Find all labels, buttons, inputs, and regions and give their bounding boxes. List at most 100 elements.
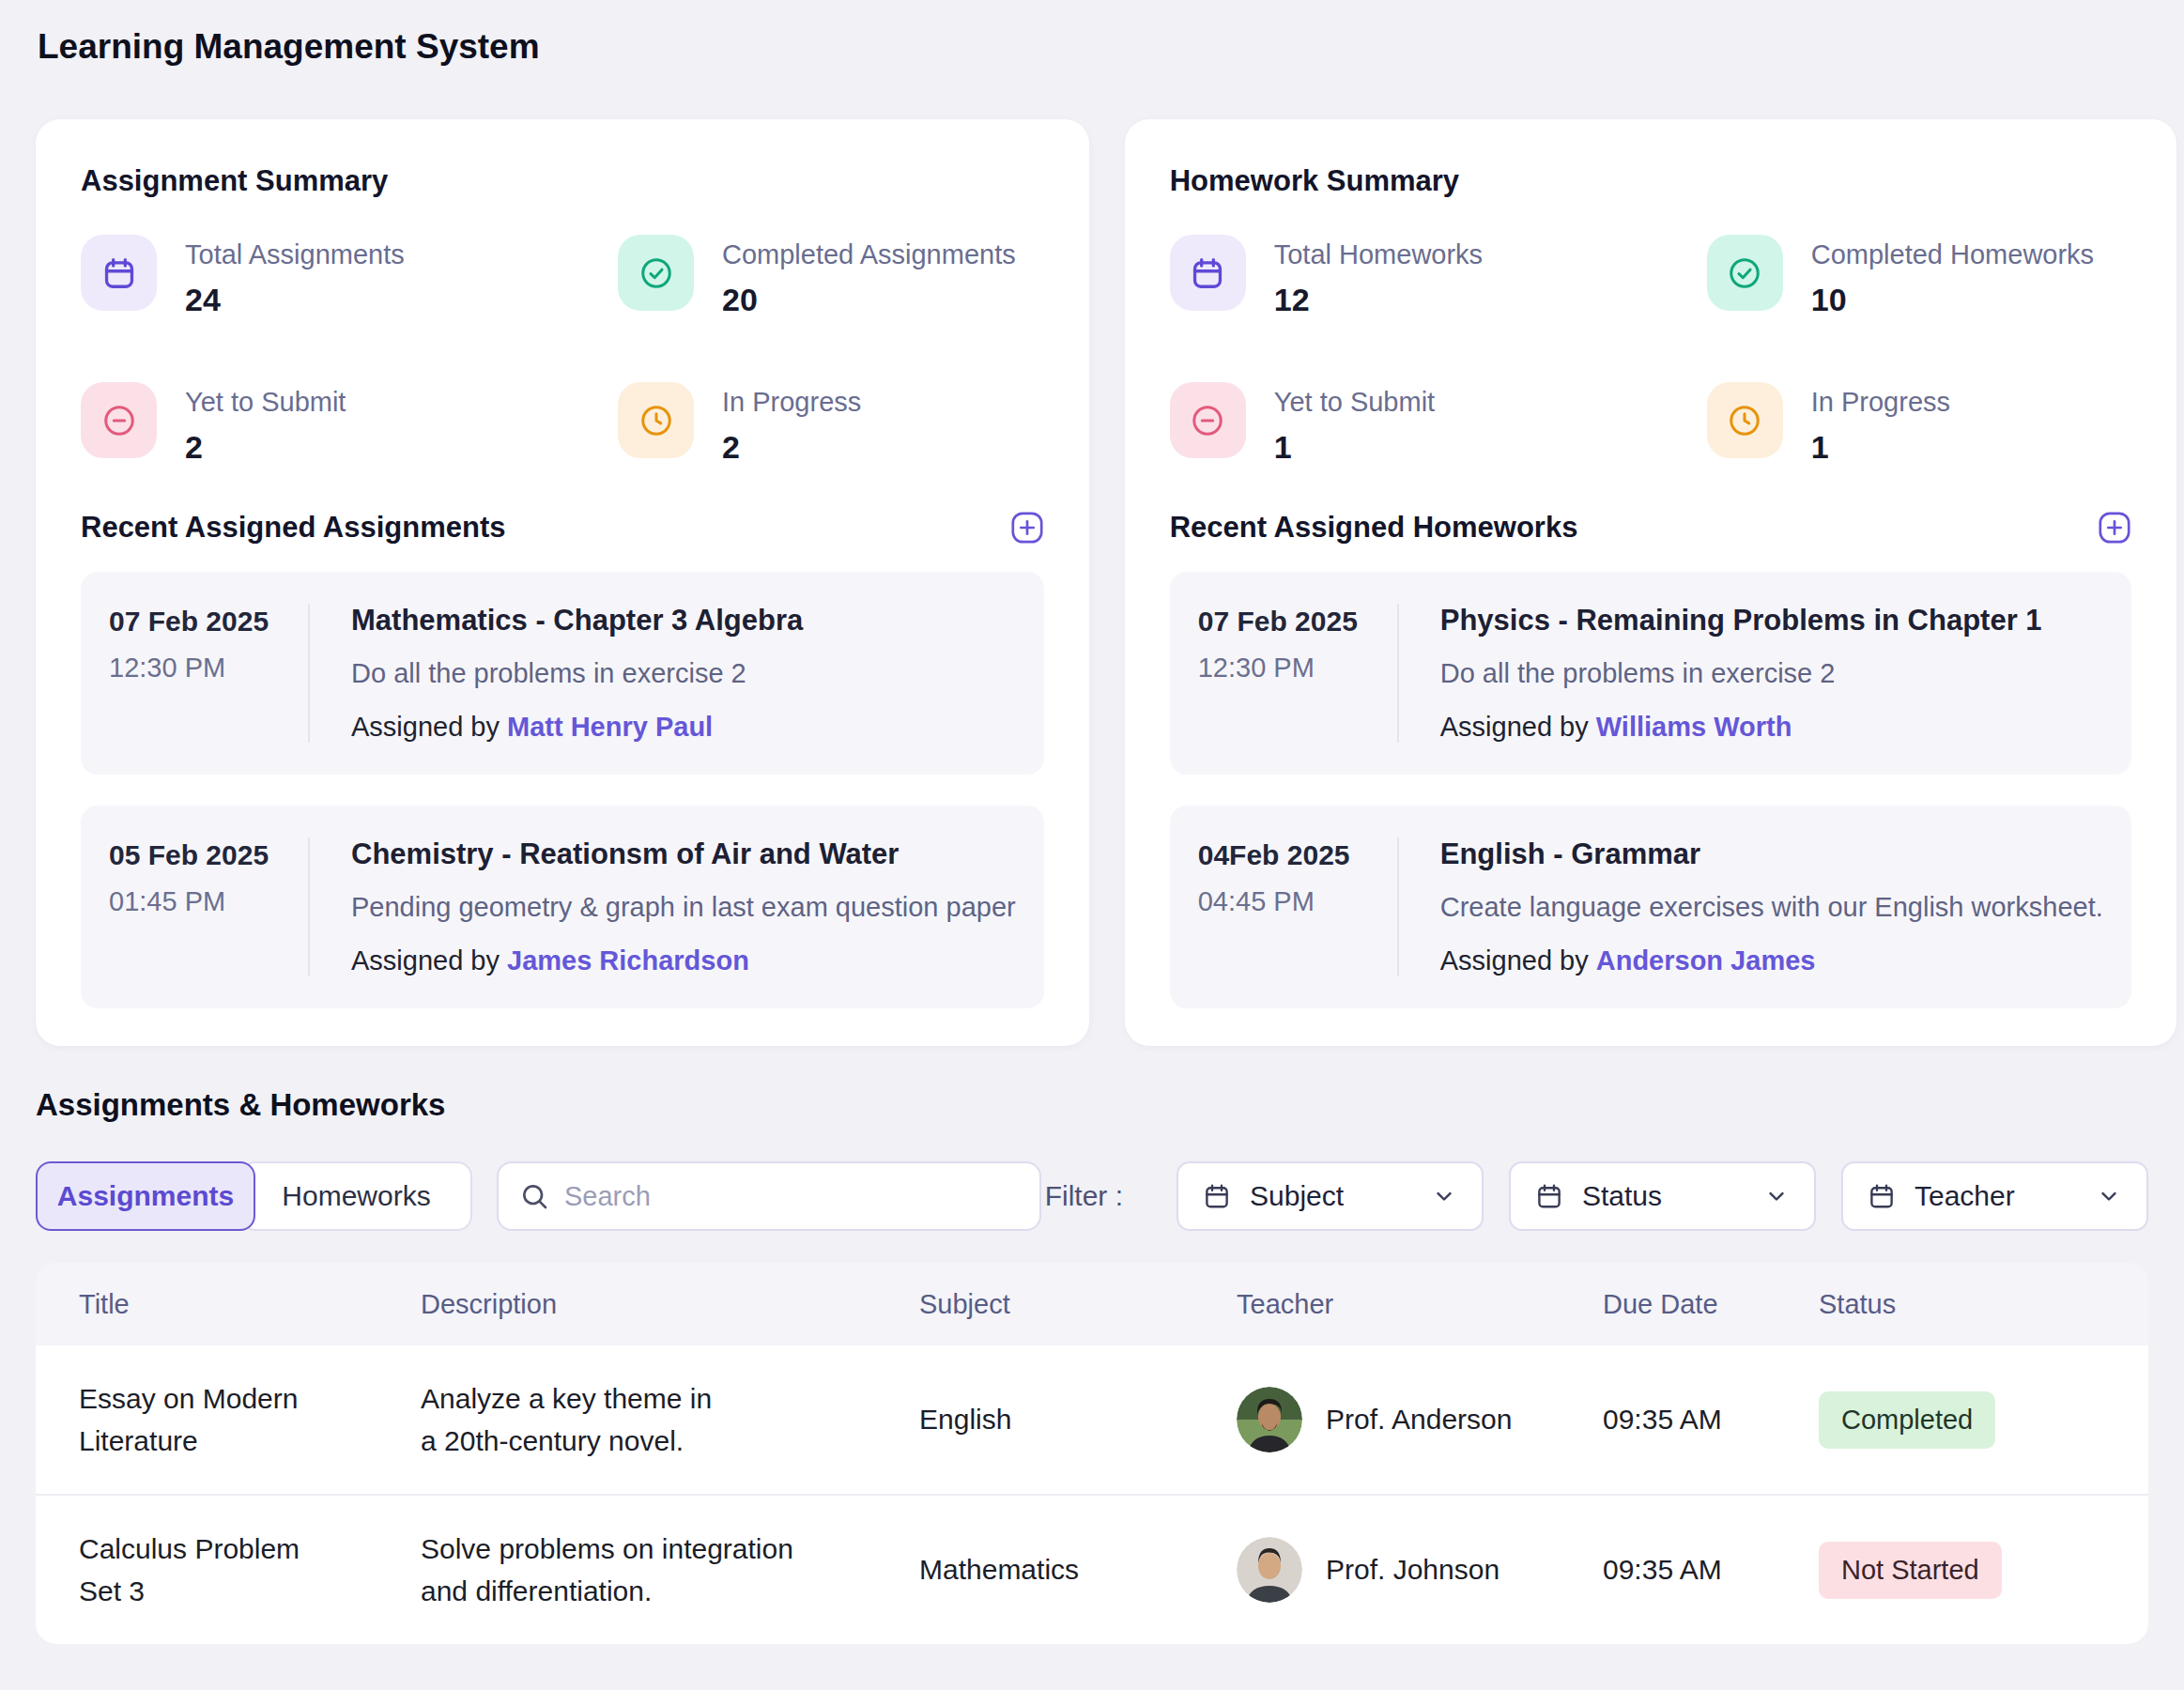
controls-bar: Assignments Homeworks Filter : Subject S… xyxy=(36,1161,2148,1231)
cell-status: Completed xyxy=(1819,1345,2148,1495)
stat-value: 24 xyxy=(185,282,405,318)
plus-icon xyxy=(1010,511,1044,545)
filter-subject-dropdown[interactable]: Subject xyxy=(1177,1161,1484,1231)
stat-total-homeworks: Total Homeworks 12 xyxy=(1170,235,1707,318)
status-badge: Completed xyxy=(1819,1391,1995,1449)
cell-subject: Mathematics xyxy=(919,1495,1237,1644)
column-status: Status xyxy=(1819,1263,2148,1345)
column-title: Title xyxy=(36,1263,421,1345)
stat-value: 2 xyxy=(185,429,346,466)
item-title: Chemistry - Reationsm of Air and Water xyxy=(351,837,1016,871)
stat-value: 12 xyxy=(1274,282,1483,318)
tab-homeworks[interactable]: Homeworks xyxy=(240,1161,472,1231)
calendar-icon xyxy=(1170,235,1246,311)
table-row: Calculus Problem Set 3 Solve problems on… xyxy=(36,1495,2148,1644)
card-title: Homework Summary xyxy=(1170,164,2131,198)
column-description: Description xyxy=(421,1263,919,1345)
stat-label: Yet to Submit xyxy=(1274,382,1435,418)
section-title: Assignments & Homeworks xyxy=(36,1087,2148,1123)
cell-subject: English xyxy=(919,1345,1237,1495)
cell-due-date: 09:35 AM xyxy=(1603,1345,1819,1495)
search-input[interactable] xyxy=(564,1181,1019,1212)
column-due-date: Due Date xyxy=(1603,1263,1819,1345)
assigned-by-label: Assigned by xyxy=(1440,945,1589,976)
assigned-by-name[interactable]: Williams Worth xyxy=(1596,712,1792,742)
check-circle-icon xyxy=(618,235,694,311)
filter-label: Filter : xyxy=(1045,1180,1123,1212)
search-box[interactable] xyxy=(497,1161,1041,1231)
stat-label: Yet to Submit xyxy=(185,382,346,418)
item-description: Pending geometry & graph in last exam qu… xyxy=(351,892,1016,923)
assignment-item: 05 Feb 2025 01:45 PM Chemistry - Reation… xyxy=(81,806,1044,1008)
recent-title: Recent Assigned Homeworks xyxy=(1170,511,1578,545)
teacher-name: Prof. Johnson xyxy=(1326,1554,1500,1586)
stat-label: Completed Assignments xyxy=(722,235,1016,270)
chevron-down-icon xyxy=(2096,1183,2122,1209)
calendar-icon xyxy=(1868,1182,1896,1210)
dropdown-label: Teacher xyxy=(1915,1180,2015,1212)
page-title: Learning Management System xyxy=(38,26,2148,68)
assigned-by-label: Assigned by xyxy=(1440,712,1589,742)
stat-value: 1 xyxy=(1274,429,1435,466)
lms-dashboard: Learning Management System Assignment Su… xyxy=(0,0,2184,1644)
table-header-row: Title Description Subject Teacher Due Da… xyxy=(36,1263,2148,1345)
column-subject: Subject xyxy=(919,1263,1237,1345)
item-title: English - Grammar xyxy=(1440,837,2103,871)
assigned-by-name[interactable]: James Richardson xyxy=(507,945,749,976)
filter-status-dropdown[interactable]: Status xyxy=(1509,1161,1816,1231)
teacher-name: Prof. Anderson xyxy=(1326,1404,1512,1436)
item-title: Physics - Remaining Problems in Chapter … xyxy=(1440,604,2042,638)
filter-teacher-dropdown[interactable]: Teacher xyxy=(1841,1161,2148,1231)
minus-circle-icon xyxy=(1170,382,1246,458)
stat-value: 20 xyxy=(722,282,1016,318)
recent-assignments-list: 07 Feb 2025 12:30 PM Mathematics - Chapt… xyxy=(81,572,1044,1008)
assignment-summary-card: Assignment Summary Total Assignments 24 xyxy=(36,119,1089,1046)
item-time: 12:30 PM xyxy=(109,653,308,684)
status-badge: Not Started xyxy=(1819,1542,2002,1599)
calendar-icon xyxy=(1203,1182,1231,1210)
dropdown-label: Subject xyxy=(1250,1180,1344,1212)
homework-summary-card: Homework Summary Total Homeworks 12 xyxy=(1125,119,2176,1046)
calendar-icon xyxy=(1535,1182,1563,1210)
item-date: 05 Feb 2025 xyxy=(109,839,308,871)
item-time: 04:45 PM xyxy=(1198,886,1397,917)
item-time: 12:30 PM xyxy=(1198,653,1397,684)
cell-title: Calculus Problem Set 3 xyxy=(36,1495,421,1644)
stat-value: 1 xyxy=(1811,429,1950,466)
clock-icon xyxy=(618,382,694,458)
column-teacher: Teacher xyxy=(1237,1263,1603,1345)
check-circle-icon xyxy=(1707,235,1783,311)
tab-assignments[interactable]: Assignments xyxy=(36,1161,255,1231)
add-homework-button[interactable] xyxy=(2098,511,2131,545)
assignment-item: 07 Feb 2025 12:30 PM Mathematics - Chapt… xyxy=(81,572,1044,775)
recent-title: Recent Assigned Assignments xyxy=(81,511,505,545)
item-time: 01:45 PM xyxy=(109,886,308,917)
assigned-by-name[interactable]: Matt Henry Paul xyxy=(507,712,713,742)
cell-teacher: Prof. Johnson xyxy=(1237,1495,1603,1644)
cell-description: Analyze a key theme in a 20th-century no… xyxy=(421,1345,919,1495)
item-date: 07 Feb 2025 xyxy=(1198,606,1397,638)
assigned-by-label: Assigned by xyxy=(351,712,500,742)
add-assignment-button[interactable] xyxy=(1010,511,1044,545)
cell-title: Essay on Modern Literature xyxy=(36,1345,421,1495)
recent-homeworks-list: 07 Feb 2025 12:30 PM Physics - Remaining… xyxy=(1170,572,2131,1008)
clock-icon xyxy=(1707,382,1783,458)
item-description: Do all the problems in exercise 2 xyxy=(351,658,803,689)
stat-completed-assignments: Completed Assignments 20 xyxy=(618,235,1044,318)
homework-item: 07 Feb 2025 12:30 PM Physics - Remaining… xyxy=(1170,572,2131,775)
teacher-avatar xyxy=(1237,1537,1302,1603)
cell-due-date: 09:35 AM xyxy=(1603,1495,1819,1644)
item-date: 04Feb 2025 xyxy=(1198,839,1397,871)
assigned-by-name[interactable]: Anderson James xyxy=(1596,945,1816,976)
homework-item: 04Feb 2025 04:45 PM English - Grammar Cr… xyxy=(1170,806,2131,1008)
stat-label: Completed Homeworks xyxy=(1811,235,2094,270)
stat-in-progress: In Progress 2 xyxy=(618,382,1044,466)
search-icon xyxy=(519,1181,549,1211)
summary-grid: Assignment Summary Total Assignments 24 xyxy=(36,119,2148,1046)
cell-status: Not Started xyxy=(1819,1495,2148,1644)
item-description: Create language exercises with our Engli… xyxy=(1440,892,2103,923)
stat-label: Total Assignments xyxy=(185,235,405,270)
table-row: Essay on Modern Literature Analyze a key… xyxy=(36,1345,2148,1495)
stat-value: 2 xyxy=(722,429,861,466)
stats: Total Assignments 24 Completed Assignmen… xyxy=(81,235,1044,466)
